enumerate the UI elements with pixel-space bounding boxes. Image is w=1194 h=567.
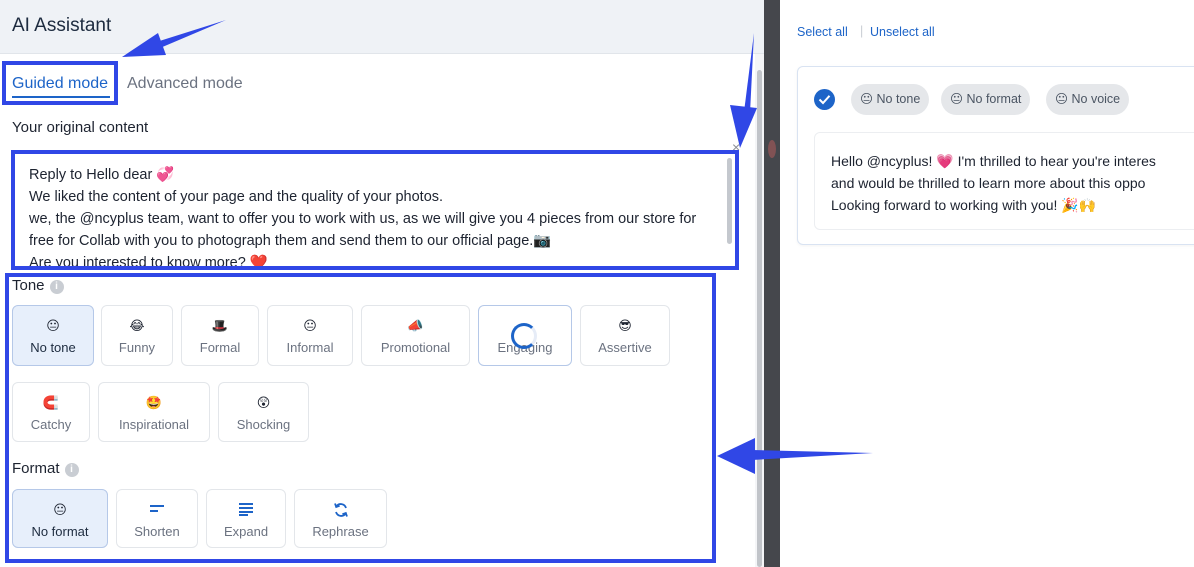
neutral-face-icon: 😐 bbox=[53, 502, 67, 517]
tone-option-label: Assertive bbox=[598, 340, 652, 355]
textarea-scrollbar[interactable] bbox=[727, 158, 732, 244]
tab-guided-mode[interactable]: Guided mode bbox=[12, 75, 108, 93]
result-text-box: Hello @ncyplus! 💗 I'm thrilled to hear y… bbox=[814, 132, 1194, 230]
no-voice-chip: 😐 No voice bbox=[1046, 84, 1130, 115]
rephrase-arrows-icon bbox=[295, 502, 386, 521]
tone-informal-button[interactable]: 😐 Informal bbox=[267, 305, 353, 366]
format-label-text: Format bbox=[12, 460, 60, 477]
link-separator: | bbox=[860, 24, 864, 38]
tone-option-label: Catchy bbox=[30, 417, 72, 432]
no-tone-chip: 😐 No tone bbox=[851, 84, 930, 115]
panel-divider bbox=[764, 0, 780, 567]
select-all-link[interactable]: Select all bbox=[797, 25, 848, 39]
tab-advanced-mode[interactable]: Advanced mode bbox=[127, 75, 243, 93]
tone-option-label: Formal bbox=[199, 340, 241, 355]
tone-label-text: Tone bbox=[12, 277, 45, 294]
tone-assertive-button[interactable]: 😎 Assertive bbox=[580, 305, 670, 366]
loading-spinner-icon bbox=[511, 323, 537, 349]
original-content-label: Your original content bbox=[12, 119, 149, 136]
format-shorten-button[interactable]: Shorten bbox=[116, 489, 198, 548]
panel-scrollbar[interactable] bbox=[757, 70, 762, 567]
original-content-textarea[interactable]: Reply to Hello dear 💞 We liked the conte… bbox=[14, 154, 734, 266]
format-rephrase-button[interactable]: Rephrase bbox=[294, 489, 387, 548]
tone-option-label: Shocking bbox=[236, 417, 291, 432]
megaphone-icon: 📣 bbox=[407, 318, 424, 333]
tone-label: Tone i bbox=[12, 277, 64, 294]
top-hat-icon: 🎩 bbox=[211, 318, 229, 333]
format-label: Format i bbox=[12, 460, 79, 477]
tone-inspirational-button[interactable]: 🤩 Inspirational bbox=[98, 382, 210, 442]
result-card[interactable]: 😐 No tone 😐 No format 😐 No voice Hello @… bbox=[797, 66, 1194, 245]
format-option-label: Shorten bbox=[134, 524, 180, 539]
tone-catchy-button[interactable]: 🧲 Catchy bbox=[12, 382, 90, 442]
sunglasses-face-icon: 😎 bbox=[618, 318, 632, 333]
neutral-face-icon: 😐 bbox=[46, 318, 60, 333]
close-icon[interactable]: × bbox=[732, 139, 740, 155]
tone-promotional-button[interactable]: 📣 Promotional bbox=[361, 305, 470, 366]
expand-lines-icon bbox=[207, 502, 285, 519]
tone-shocking-button[interactable]: 😲 Shocking bbox=[218, 382, 309, 442]
tone-option-label: Inspirational bbox=[118, 417, 190, 432]
format-option-label: Expand bbox=[223, 524, 269, 539]
no-format-chip: 😐 No format bbox=[941, 84, 1031, 115]
neutral-face-icon: 😐 bbox=[303, 318, 317, 333]
active-tab-underline bbox=[12, 96, 110, 98]
info-icon[interactable]: i bbox=[64, 463, 79, 477]
tone-funny-button[interactable]: 😂 Funny bbox=[101, 305, 173, 366]
shorten-lines-icon bbox=[117, 502, 197, 517]
original-content-text[interactable]: Reply to Hello dear 💞 We liked the conte… bbox=[29, 164, 719, 266]
magnet-icon: 🧲 bbox=[42, 395, 60, 410]
tone-no-tone-button[interactable]: 😐 No tone bbox=[12, 305, 94, 366]
star-struck-face-icon: 🤩 bbox=[145, 395, 163, 410]
unselect-all-link[interactable]: Unselect all bbox=[870, 25, 935, 39]
tone-option-label: Funny bbox=[118, 340, 156, 355]
astonished-face-icon: 😲 bbox=[256, 395, 271, 410]
tone-option-label: Promotional bbox=[380, 340, 451, 355]
tone-formal-button[interactable]: 🎩 Formal bbox=[181, 305, 259, 366]
info-icon[interactable]: i bbox=[49, 280, 64, 294]
result-text: Hello @ncyplus! 💗 I'm thrilled to hear y… bbox=[831, 153, 1156, 213]
format-option-label: No format bbox=[31, 524, 89, 539]
format-no-format-button[interactable]: 😐 No format bbox=[12, 489, 108, 548]
background-icon bbox=[768, 140, 776, 158]
tone-option-label: Informal bbox=[286, 340, 334, 355]
format-expand-button[interactable]: Expand bbox=[206, 489, 286, 548]
panel-header: AI Assistant bbox=[0, 0, 764, 54]
panel-title: AI Assistant bbox=[12, 15, 112, 36]
results-panel: Select all | Unselect all 😐 No tone 😐 No… bbox=[780, 0, 1194, 567]
tone-option-label: No tone bbox=[30, 340, 76, 355]
ai-assistant-panel: AI Assistant Guided mode Advanced mode Y… bbox=[0, 0, 764, 567]
checkmark-icon[interactable] bbox=[814, 89, 835, 110]
laughing-face-icon: 😂 bbox=[129, 318, 145, 333]
format-option-label: Rephrase bbox=[312, 524, 369, 539]
